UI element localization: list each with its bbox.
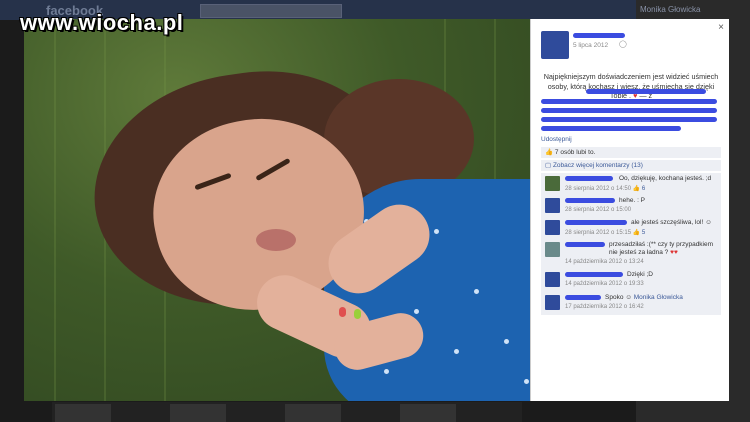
comment-text-value: Spoko (605, 294, 624, 301)
lips (256, 229, 296, 251)
comment-text: Spoko ☺ Monika Głowicka (605, 294, 725, 302)
comment-like-count: 6 (641, 186, 646, 192)
comment-text: Oo, dziękuję, kochana jesteś. ;d (619, 175, 712, 182)
share-link[interactable]: Udostępnij (541, 136, 572, 143)
redacted-name (565, 295, 601, 300)
comment: Dzięki ;D 14 października 2012 o 19:33 (541, 269, 721, 292)
photo-info-panel: × 5 lipca 2012 ◯ Najpiękniejszym doświad… (530, 19, 729, 401)
friend-name: Monika Głowicka (640, 5, 701, 14)
avatar[interactable] (545, 272, 560, 287)
comment-text: Dzięki ;D (627, 271, 654, 278)
photo-thumbnail[interactable] (170, 404, 226, 422)
comment: hehe. : P 28 sierpnia 2012 o 15:00 (541, 195, 721, 218)
redacted-text (541, 117, 717, 122)
avatar[interactable] (545, 220, 560, 235)
post-date: 5 lipca 2012 (573, 42, 609, 49)
comment: Oo, dziękuję, kochana jesteś. ;d 28 sier… (541, 173, 721, 196)
sequin (504, 339, 509, 344)
photo-thumbnail[interactable] (285, 404, 341, 422)
comment-meta: 17 października 2012 o 16:42 (565, 304, 644, 310)
smiley-icon: ☺ (705, 219, 712, 226)
smiley-icon: ☺ (625, 294, 632, 301)
redacted-name (573, 33, 625, 38)
thumbs-up-icon[interactable]: 👍 (633, 230, 640, 236)
comment-meta: 14 października 2012 o 19:33 (565, 281, 644, 287)
nail (354, 309, 361, 319)
sequin (384, 369, 389, 374)
heart-icon: ♥♥ (670, 249, 678, 256)
redacted-name (565, 242, 605, 247)
view-more-comments[interactable]: ▢ Zobacz więcej komentarzy (13) (541, 160, 721, 171)
comment-time[interactable]: 17 października 2012 o 16:42 (565, 304, 644, 310)
redacted-text (586, 89, 706, 94)
photo-thumbnail[interactable] (55, 404, 111, 422)
close-icon[interactable]: × (718, 22, 724, 33)
nail (339, 307, 346, 317)
comment-text: ale jesteś szczęśliwa, lol! ☺ (631, 219, 726, 227)
redacted-name (565, 176, 613, 181)
comment-meta: 28 sierpnia 2012 o 14:50 👍 6 (565, 185, 645, 192)
more-comments-label: Zobacz więcej komentarzy (13) (552, 162, 643, 169)
comment-like-count: 5 (641, 230, 646, 236)
caption-text: Najpiękniejszym doświadczeniem jest widz… (543, 72, 719, 100)
comment-icon: ▢ (545, 162, 553, 169)
redacted-name (565, 198, 615, 203)
redacted-text (541, 108, 717, 113)
sequin (524, 379, 529, 384)
likes-summary[interactable]: 👍 7 osób lubi to. (541, 147, 721, 158)
tagged-user[interactable]: Monika Głowicka (634, 294, 683, 301)
comment: ale jesteś szczęśliwa, lol! ☺ 28 sierpni… (541, 217, 721, 240)
sequin (414, 309, 419, 314)
search-input[interactable] (200, 4, 342, 18)
sequin (454, 349, 459, 354)
globe-icon: ◯ (619, 41, 627, 48)
grass (54, 19, 56, 401)
avatar[interactable] (545, 176, 560, 191)
likes-text: 7 osób lubi to. (554, 149, 596, 156)
photo-viewer[interactable] (24, 19, 530, 401)
comment-text: hehe. : P (619, 197, 646, 204)
sequin (474, 289, 479, 294)
thumbs-up-icon: 👍 (545, 149, 554, 156)
redacted-text (541, 126, 681, 131)
comment-meta: 28 sierpnia 2012 o 15:00 (565, 207, 631, 213)
avatar[interactable] (545, 198, 560, 213)
comment: Spoko ☺ Monika Głowicka 17 października … (541, 292, 721, 315)
sequin (434, 229, 439, 234)
avatar[interactable] (545, 295, 560, 310)
redacted-name (565, 272, 623, 277)
thumbs-up-icon[interactable]: 👍 (633, 186, 640, 192)
photo-thumbnail[interactable] (400, 404, 456, 422)
comment-text: przesadziłaś :(** czy ty przypadkiem nie… (609, 241, 721, 257)
redacted-name (565, 220, 627, 225)
comment-text-value: przesadziłaś :(** czy ty przypadkiem nie… (609, 241, 714, 256)
watermark: www.wiocha.pl (20, 10, 184, 35)
comment-text-value: ale jesteś szczęśliwa, lol! (631, 219, 704, 226)
comment-time[interactable]: 28 sierpnia 2012 o 15:00 (565, 207, 631, 213)
comment-meta: 28 sierpnia 2012 o 15:15 👍 5 (565, 229, 645, 236)
comment-time[interactable]: 28 sierpnia 2012 o 15:15 (565, 230, 631, 236)
comment-meta: 14 października 2012 o 13:24 (565, 259, 644, 265)
post-caption: Najpiękniejszym doświadczeniem jest widz… (541, 72, 721, 101)
avatar[interactable] (541, 31, 569, 59)
comment: przesadziłaś :(** czy ty przypadkiem nie… (541, 239, 721, 270)
comment-time[interactable]: 28 sierpnia 2012 o 14:50 (565, 186, 631, 192)
avatar[interactable] (545, 242, 560, 257)
comment-time[interactable]: 14 października 2012 o 19:33 (565, 281, 644, 287)
comment-time[interactable]: 14 października 2012 o 13:24 (565, 259, 644, 265)
redacted-text (541, 99, 717, 104)
